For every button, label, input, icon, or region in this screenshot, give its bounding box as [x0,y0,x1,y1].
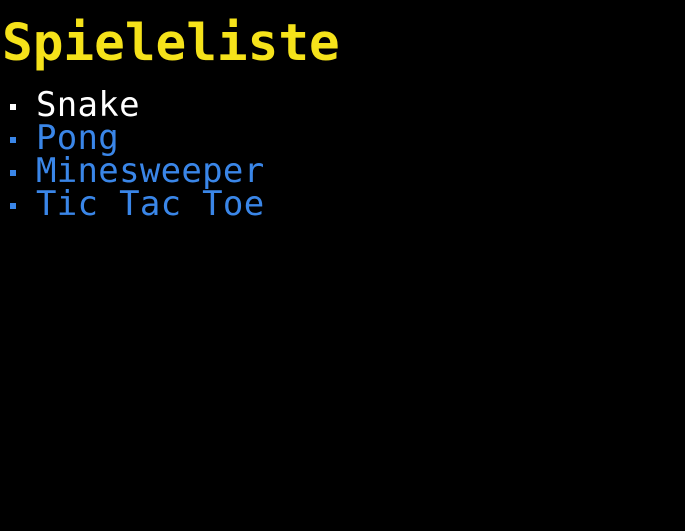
bullet-icon [10,203,16,209]
game-label: Tic Tac Toe [36,184,265,224]
bullet-icon [10,170,16,176]
page-title: Spieleliste [2,14,340,73]
bullet-icon [10,104,16,110]
bullet-icon [10,137,16,143]
game-item-tic-tac-toe[interactable]: Tic Tac Toe [0,184,265,224]
game-list-screen: Spieleliste Snake Pong Minesweeper Tic T… [0,0,685,531]
game-list: Snake Pong Minesweeper Tic Tac Toe [0,88,265,224]
